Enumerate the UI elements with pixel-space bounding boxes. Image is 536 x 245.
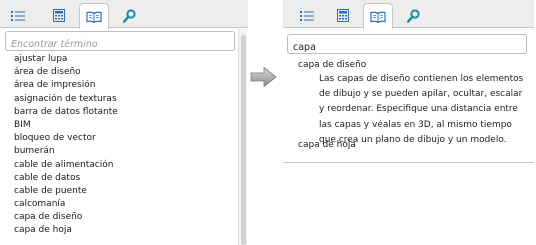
term-list-item[interactable]: cable de alimentación [14,159,118,172]
term-search-field[interactable] [5,31,235,54]
open-book-icon [370,11,386,23]
term-list-item[interactable]: calcomanía [14,198,118,211]
magnifier-icon [122,8,136,23]
term-list-item[interactable]: área de diseño [14,66,118,79]
tab-calculator[interactable] [328,3,358,28]
term-list-item[interactable]: área de impresión [14,79,118,92]
search-result: capa de hoja [298,139,356,152]
term-list-item[interactable]: cable de puente [14,185,118,198]
term-list-item[interactable]: BIM [14,119,118,132]
glossary-panel-right: capa de diseño Las capas de diseño conti… [283,0,534,163]
term-list-item[interactable]: capa de hoja [14,224,118,237]
result-description: Las capas de diseño contienen los elemen… [319,74,524,145]
term-list: ajustar lupa área de diseño área de impr… [14,53,118,238]
tab-glossary[interactable] [363,3,393,29]
list-icon [11,10,25,21]
result-term[interactable]: capa de diseño [298,59,529,72]
scrollbar-thumb[interactable] [241,35,246,245]
term-list-scrollbar[interactable] [238,29,247,245]
result-term[interactable]: capa de hoja [298,139,356,152]
term-search-field[interactable] [287,34,527,57]
term-list-item[interactable]: cable de datos [14,172,118,185]
tab-calculator[interactable] [44,3,74,28]
term-list-item[interactable]: capa de diseño [14,211,118,224]
glossary-panel-left: ajustar lupa área de diseño área de impr… [0,0,248,245]
calculator-icon [53,9,65,22]
arrow-right-icon [250,66,277,88]
tab-list[interactable] [292,3,322,28]
term-list-item[interactable]: asignación de texturas [14,93,118,106]
term-search-input[interactable] [288,38,526,57]
term-list-item[interactable]: ajustar lupa [14,53,118,66]
tab-list[interactable] [3,3,33,28]
tab-search[interactable] [114,3,144,28]
term-list-item[interactable]: bumerán [14,145,118,158]
search-result: capa de diseño Las capas de diseño conti… [298,59,529,148]
term-search-input[interactable] [6,35,234,54]
calculator-icon [337,9,349,22]
magnifier-icon [406,8,420,23]
list-icon [300,10,314,21]
term-list-item[interactable]: barra de datos flotante [14,106,118,119]
open-book-icon [86,11,102,23]
tab-search[interactable] [398,3,428,28]
tab-glossary[interactable] [79,3,109,29]
tab-bar [283,0,534,29]
term-list-item[interactable]: bloqueo de vector [14,132,118,145]
tab-bar [0,0,248,29]
